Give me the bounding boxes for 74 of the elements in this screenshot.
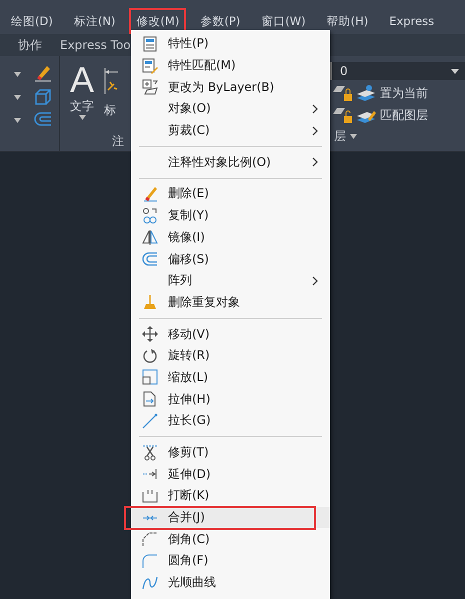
lengthen-icon	[142, 412, 158, 429]
menu-item[interactable]: 拉伸(H)	[131, 388, 330, 410]
menu-item[interactable]: 缩放(L)	[131, 366, 330, 388]
menu-item[interactable]: 更改为 ByLayer(B)	[131, 76, 330, 98]
menu-item[interactable]: 圆角(F)	[131, 550, 330, 572]
menu-item[interactable]: 特性匹配(M)	[131, 54, 330, 76]
ribbon-tab[interactable]: Express Too	[60, 38, 131, 52]
menu-item[interactable]: 绘图(D)	[4, 8, 60, 34]
panel-title: 注	[111, 133, 124, 150]
change-layer-icon	[142, 79, 158, 96]
menu-item[interactable]: 删除(E)	[131, 183, 330, 205]
eraser-icon[interactable]	[34, 64, 52, 82]
box-icon[interactable]	[34, 88, 52, 106]
match-properties-icon	[142, 58, 158, 74]
scissors-icon	[142, 444, 158, 461]
layers-icon	[356, 84, 376, 102]
menu-item[interactable]: 偏移(S)	[131, 248, 330, 270]
caret-icon[interactable]	[14, 72, 21, 77]
menu-item[interactable]: 拉长(G)	[131, 410, 330, 432]
caret-icon[interactable]	[14, 95, 21, 100]
caret-icon[interactable]	[14, 118, 21, 123]
panel-title: 层	[334, 128, 346, 145]
menu-item[interactable]: 光顺曲线	[131, 572, 330, 594]
menu-item[interactable]: 特性(P)	[131, 33, 330, 55]
layer-button[interactable]: 置为当前	[356, 84, 428, 102]
open-padlock-icon[interactable]	[332, 106, 354, 124]
menu-item[interactable]: 剪裁(C)	[131, 120, 330, 142]
layer-button[interactable]: 匹配图层	[356, 106, 428, 124]
scale-icon	[142, 369, 158, 386]
menu-item[interactable]: Express	[382, 8, 442, 34]
text-tool-label[interactable]: 文字	[70, 98, 94, 115]
menu-item[interactable]: 参数(P)	[193, 8, 248, 34]
menu-item[interactable]: 倒角(C)	[131, 528, 330, 550]
caret-icon[interactable]	[78, 115, 86, 120]
dimension-icon[interactable]	[104, 66, 118, 96]
menu-item[interactable]: 窗口(W)	[254, 8, 313, 34]
eraser-icon	[142, 186, 158, 202]
break-icon	[142, 488, 158, 504]
menu-item[interactable]: 删除重复对象	[131, 292, 330, 314]
properties-icon	[142, 36, 158, 52]
smooth-curve-icon	[142, 574, 158, 591]
copy-icon	[142, 208, 158, 224]
caret-icon[interactable]	[350, 134, 357, 139]
menu-item[interactable]: 打断(K)	[131, 485, 330, 507]
menu-item[interactable]: 标注(N)	[66, 8, 122, 34]
caret-icon	[451, 68, 459, 74]
offset-icon	[142, 251, 158, 268]
chevron-right-icon	[312, 104, 318, 114]
menu-item[interactable]: 帮助(H)	[320, 8, 376, 34]
ribbon-tab[interactable]: 协作	[18, 36, 42, 54]
text-tool-glyph[interactable]: A	[70, 62, 94, 98]
move-arrows-icon	[142, 326, 158, 342]
menu-item[interactable]: 镜像(I)	[131, 226, 330, 248]
chamfer-icon	[142, 531, 158, 548]
menu-item[interactable]: 阵列	[131, 270, 330, 292]
menu-item[interactable]: 移动(V)	[131, 323, 330, 345]
chevron-right-icon	[312, 157, 318, 168]
chevron-right-icon	[312, 126, 318, 136]
layer-dropdown[interactable]: 0	[330, 62, 465, 80]
menu-item[interactable]: 延伸(D)	[131, 463, 330, 486]
stretch-icon	[142, 391, 158, 408]
menu-item[interactable]: 注释性对象比例(O)	[131, 151, 330, 174]
dimension-tool-label[interactable]: 标	[104, 102, 118, 119]
chevron-right-icon	[312, 276, 318, 286]
rotate-icon	[142, 348, 158, 364]
menu-item[interactable]: 对象(O)	[131, 98, 330, 120]
mirror-icon	[142, 229, 158, 246]
menu-item[interactable]: 修剪(T)	[131, 442, 330, 464]
fillet-icon	[142, 552, 158, 569]
offset-icon[interactable]	[34, 112, 52, 126]
broom-icon	[142, 294, 158, 310]
menu-item[interactable]: 旋转(R)	[131, 344, 330, 367]
padlock-icon[interactable]	[332, 84, 354, 102]
menu-item[interactable]: 复制(Y)	[131, 204, 330, 226]
